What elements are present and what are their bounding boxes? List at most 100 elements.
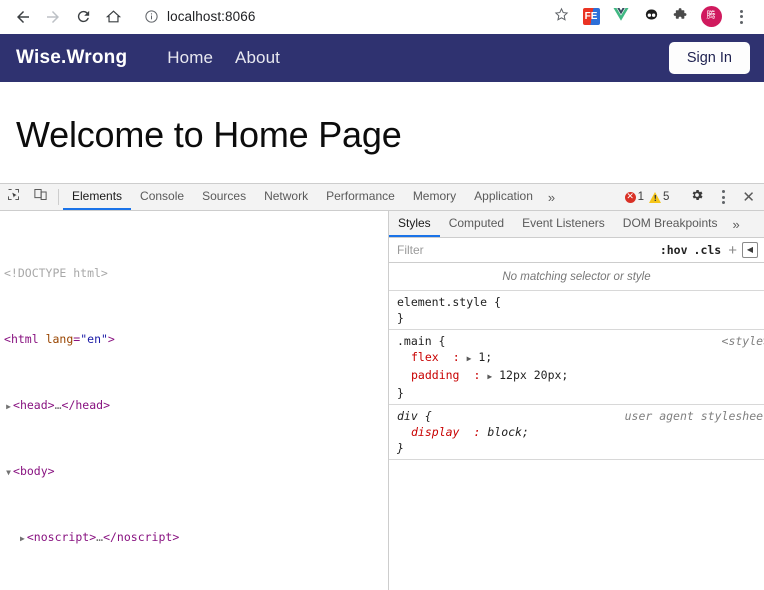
extension-vue-devtools[interactable] [606, 3, 636, 31]
style-rule-div-ua[interactable]: user agent stylesheet div { display: bloc… [389, 404, 764, 459]
hov-toggle-button[interactable]: :hov [660, 243, 688, 257]
tab-styles[interactable]: Styles [389, 211, 440, 237]
page-title: Welcome to Home Page [16, 114, 402, 155]
more-tabs-chevron-icon[interactable]: » [542, 184, 561, 210]
tab-network[interactable]: Network [255, 184, 317, 210]
new-style-rule-button[interactable]: + [728, 243, 737, 258]
bookmark-button[interactable] [546, 3, 576, 31]
devtools-panel: Elements Console Sources Network Perform… [0, 183, 764, 590]
cls-toggle-button[interactable]: .cls [694, 243, 722, 257]
nav-link-home[interactable]: Home [167, 48, 213, 68]
browser-toolbar: localhost:8066 FE 腾 [0, 0, 764, 34]
tab-sources[interactable]: Sources [193, 184, 255, 210]
devtools-overflow-button[interactable] [710, 190, 737, 204]
devtools-kebab-icon [722, 190, 726, 204]
extensions-puzzle-icon [673, 6, 690, 28]
back-arrow-icon [14, 8, 32, 26]
warning-badge[interactable]: 5 [649, 191, 669, 203]
styles-empty-area [389, 459, 764, 590]
declaration-property: display [411, 425, 460, 439]
dom-line[interactable]: ▶ <head>…</head> [0, 397, 388, 414]
nav-link-about[interactable]: About [235, 48, 280, 68]
declaration-value[interactable]: 12px 20px [499, 368, 561, 382]
style-rule-main[interactable]: <style>.main { flex: ▶ 1; padding: ▶ 12p… [389, 329, 764, 404]
fe-helper-extension-icon: FE [582, 8, 600, 25]
collapse-triangle-icon[interactable]: ▼ [4, 465, 13, 482]
site-brand[interactable]: Wise.Wrong [16, 47, 127, 69]
dom-line[interactable]: ▶ <noscript>…</noscript> [0, 529, 388, 546]
declaration-property[interactable]: padding [397, 368, 459, 382]
web-page-viewport: Wise.Wrong Home About Sign In Welcome to… [0, 34, 764, 183]
tab-performance[interactable]: Performance [317, 184, 404, 210]
tab-computed[interactable]: Computed [440, 211, 513, 237]
chrome-menu-button[interactable] [726, 3, 756, 31]
inspect-element-button[interactable] [0, 184, 27, 210]
devtools-toolbar: Elements Console Sources Network Perform… [0, 184, 764, 211]
home-button[interactable] [98, 3, 128, 31]
error-badge[interactable]: ✕ 1 [624, 191, 645, 203]
reload-icon [75, 8, 92, 25]
rule-selector[interactable]: .main [397, 334, 432, 348]
expand-arrow-icon[interactable]: ▶ [467, 354, 472, 363]
address-bar[interactable]: localhost:8066 [136, 4, 546, 30]
browser-actions: FE 腾 [546, 3, 756, 31]
devtools-settings-button[interactable] [683, 188, 710, 207]
device-toolbar-button[interactable] [27, 184, 54, 210]
profile-button[interactable]: 腾 [696, 3, 726, 31]
back-button[interactable] [8, 3, 38, 31]
extension-dark-reader[interactable] [636, 3, 666, 31]
star-icon [553, 6, 570, 28]
expand-arrow-icon[interactable]: ▶ [487, 372, 492, 381]
warning-count: 5 [663, 191, 670, 203]
vue-devtools-extension-icon [612, 6, 630, 27]
toolbar-divider [58, 189, 59, 205]
rule-origin[interactable]: <style> [722, 333, 764, 349]
tab-memory[interactable]: Memory [404, 184, 465, 210]
forward-button[interactable] [38, 3, 68, 31]
dom-line[interactable]: <!DOCTYPE html> [0, 265, 388, 282]
site-info-icon[interactable] [142, 8, 160, 26]
styles-filter-input[interactable]: Filter [397, 243, 654, 257]
rule-selector[interactable]: element.style [397, 295, 487, 309]
expand-triangle-icon[interactable]: ▶ [4, 399, 13, 416]
devtools-tab-strip: Elements Console Sources Network Perform… [63, 184, 625, 210]
browser-window: localhost:8066 FE 腾 Wise.Wrong Home Abou… [0, 0, 764, 590]
dom-line[interactable]: <html lang="en"> [0, 331, 388, 348]
styles-rules-list: No matching selector or style element.st… [389, 263, 764, 590]
declaration-property[interactable]: flex [397, 350, 439, 364]
dom-tree-pane[interactable]: <!DOCTYPE html> <html lang="en"> ▶ <head>… [0, 211, 389, 590]
chrome-menu-kebab-icon [739, 9, 743, 24]
dom-line[interactable]: ▼ <body> [0, 463, 388, 480]
gear-icon [690, 188, 704, 207]
error-count: 1 [637, 191, 645, 203]
site-navbar: Wise.Wrong Home About Sign In [0, 34, 764, 82]
extension-fe-helper[interactable]: FE [576, 3, 606, 31]
styles-tab-strip: Styles Computed Event Listeners DOM Brea… [389, 211, 764, 238]
styles-filter-row: Filter :hov .cls + ◀ [389, 238, 764, 263]
inspect-element-icon [6, 187, 21, 207]
dom-doctype: <!DOCTYPE html> [4, 265, 108, 280]
styles-pane: Styles Computed Event Listeners DOM Brea… [389, 211, 764, 590]
tab-event-listeners[interactable]: Event Listeners [513, 211, 614, 237]
error-circle-icon: ✕ [624, 191, 636, 203]
tab-elements[interactable]: Elements [63, 184, 132, 210]
sign-in-button[interactable]: Sign In [668, 41, 750, 75]
rule-selector: div [397, 409, 418, 423]
tab-console[interactable]: Console [131, 184, 193, 210]
reload-button[interactable] [68, 3, 98, 31]
site-nav-links: Home About [167, 48, 669, 68]
forward-arrow-icon [44, 8, 62, 26]
rule-origin: user agent stylesheet [624, 409, 764, 423]
extensions-button[interactable] [666, 3, 696, 31]
tab-dom-breakpoints[interactable]: DOM Breakpoints [614, 211, 727, 237]
devtools-body: <!DOCTYPE html> <html lang="en"> ▶ <head>… [0, 211, 764, 590]
styles-more-tabs-chevron-icon[interactable]: » [726, 211, 745, 237]
home-icon [105, 8, 122, 25]
dark-reader-extension-icon [643, 6, 660, 28]
tab-application[interactable]: Application [465, 184, 542, 210]
devtools-close-button[interactable]: ✕ [737, 188, 760, 206]
styles-sidebar-toggle-icon[interactable]: ◀ [742, 242, 758, 258]
expand-triangle-icon[interactable]: ▶ [18, 531, 27, 548]
url-text: localhost:8066 [167, 9, 256, 24]
style-rule-element-style[interactable]: element.style { } [389, 290, 764, 329]
